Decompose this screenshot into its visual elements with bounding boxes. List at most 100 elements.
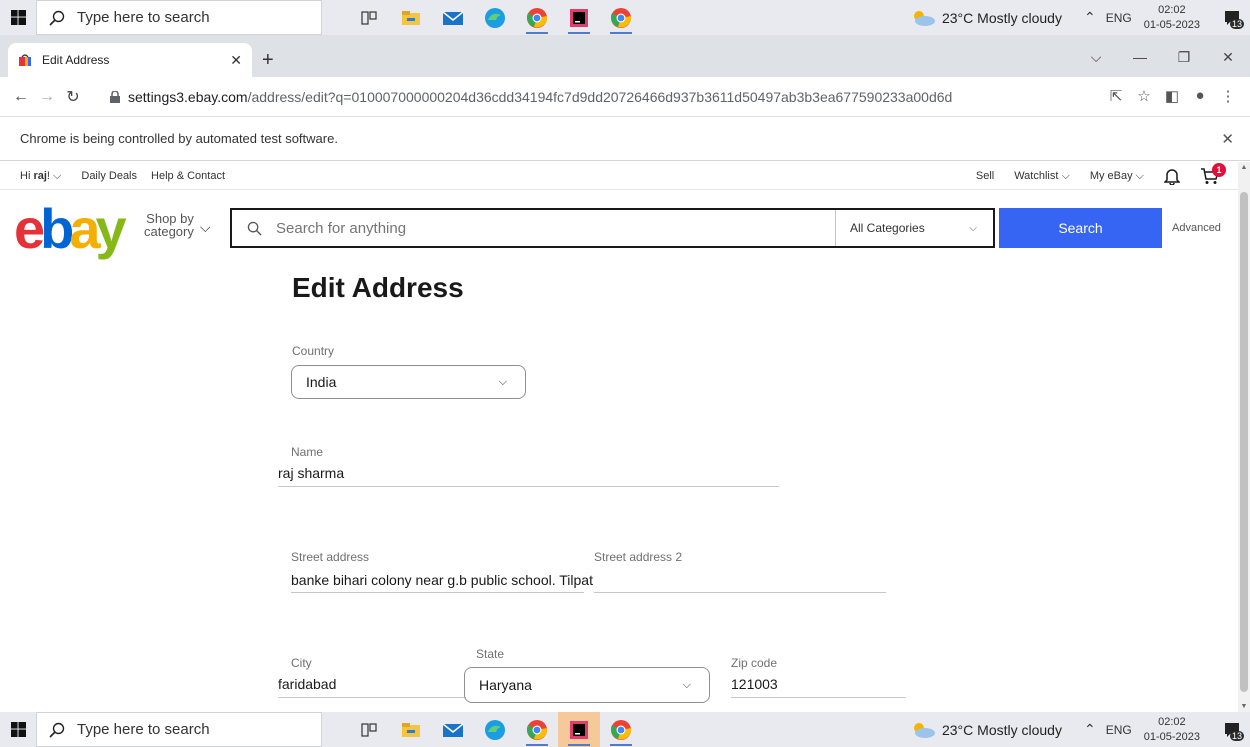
city-field[interactable]: faridabad bbox=[278, 676, 336, 692]
notification-count: 13 bbox=[1229, 19, 1244, 29]
mail-icon[interactable] bbox=[432, 0, 474, 35]
zip-code-underline bbox=[731, 697, 906, 698]
language-indicator[interactable]: ENG bbox=[1106, 723, 1132, 737]
clock-time: 02:02 bbox=[1158, 715, 1186, 728]
page-title: Edit Address bbox=[292, 272, 464, 303]
country-select[interactable]: India ⌵ bbox=[291, 365, 526, 399]
scroll-up-icon[interactable]: ▲ bbox=[1238, 164, 1250, 171]
zip-code-field[interactable]: 121003 bbox=[731, 676, 778, 692]
state-value: Haryana bbox=[479, 677, 532, 693]
url-host: settings3.ebay.com bbox=[128, 89, 248, 105]
url-text: settings3.ebay.com/address/edit?q=010007… bbox=[128, 89, 952, 105]
address-bar[interactable]: settings3.ebay.com/address/edit?q=010007… bbox=[110, 84, 1170, 110]
browser-tabstrip: Edit Address ✕ + ⌵ — ❐ ✕ bbox=[0, 35, 1250, 77]
search-icon bbox=[49, 10, 65, 26]
chevron-down-icon: ⌵ bbox=[682, 678, 691, 691]
tray-chevron-icon[interactable]: ⌃ bbox=[1084, 9, 1096, 26]
street-address-field[interactable]: banke bihari colony near g.b public scho… bbox=[291, 572, 593, 588]
infobar-message: Chrome is being controlled by automated … bbox=[20, 131, 338, 146]
bookmark-star-icon[interactable]: ☆ bbox=[1130, 87, 1158, 105]
name-underline bbox=[278, 486, 779, 487]
taskbar-bottom: Type here to search 23°C Mostly cloudy ⌃… bbox=[0, 712, 1250, 747]
tab-close-icon[interactable]: ✕ bbox=[230, 52, 242, 69]
profile-icon[interactable]: ● bbox=[1186, 87, 1214, 105]
taskbar-search-box[interactable]: Type here to search bbox=[36, 0, 322, 35]
edge-browser-icon[interactable] bbox=[474, 712, 516, 747]
chrome-icon-2[interactable] bbox=[600, 0, 642, 35]
page-viewport: Hi raj! ⌵ Daily Deals Help & Contact Sel… bbox=[0, 162, 1238, 712]
street-address-label: Street address bbox=[291, 550, 370, 564]
state-select[interactable]: Haryana ⌵ bbox=[464, 667, 710, 703]
tray-chevron-icon[interactable]: ⌃ bbox=[1084, 721, 1096, 738]
weather-text: 23°C Mostly cloudy bbox=[941, 9, 1062, 26]
tab-search-icon[interactable]: ⌵ bbox=[1074, 49, 1118, 66]
name-label: Name bbox=[291, 445, 324, 459]
taskbar-search-box[interactable]: Type here to search bbox=[36, 712, 322, 747]
file-explorer-icon[interactable] bbox=[390, 0, 432, 35]
taskbar-top: Type here to search 23°C Mostly cloudy ⌃… bbox=[0, 0, 1250, 35]
task-view-icon[interactable] bbox=[348, 712, 390, 747]
menu-icon[interactable]: ⋮ bbox=[1214, 87, 1242, 105]
weather-widget[interactable]: 23°C Mostly cloudy bbox=[910, 721, 1062, 739]
tab-title: Edit Address bbox=[42, 53, 110, 67]
notification-icon[interactable]: 13 bbox=[1214, 712, 1250, 747]
url-path: /address/edit?q=010007000000204d36cdd341… bbox=[247, 89, 953, 105]
back-icon[interactable]: ← bbox=[8, 88, 34, 106]
taskbar-search-placeholder: Type here to search bbox=[77, 9, 210, 26]
intellij-icon[interactable] bbox=[558, 712, 600, 747]
state-label: State bbox=[476, 647, 505, 661]
edit-address-form: Edit Address Country India ⌵ Name raj sh… bbox=[0, 162, 1238, 712]
name-field[interactable]: raj sharma bbox=[278, 465, 344, 481]
weather-text: 23°C Mostly cloudy bbox=[941, 721, 1062, 738]
mail-icon[interactable] bbox=[432, 712, 474, 747]
tab-edit-address[interactable]: Edit Address ✕ bbox=[8, 43, 252, 77]
share-icon[interactable]: ⇱ bbox=[1102, 87, 1130, 105]
file-explorer-icon[interactable] bbox=[390, 712, 432, 747]
windows-start-icon[interactable] bbox=[0, 0, 36, 35]
weather-widget[interactable]: 23°C Mostly cloudy bbox=[910, 9, 1062, 27]
edge-browser-icon[interactable] bbox=[474, 0, 516, 35]
notification-icon[interactable]: 13 bbox=[1214, 0, 1250, 35]
street-address-2-label: Street address 2 bbox=[594, 550, 683, 564]
city-underline bbox=[278, 697, 466, 698]
close-window-button[interactable]: ✕ bbox=[1206, 49, 1250, 66]
scroll-down-icon[interactable]: ▼ bbox=[1238, 703, 1250, 710]
forward-icon[interactable]: → bbox=[34, 88, 60, 106]
page-scrollbar[interactable]: ▲ ▼ bbox=[1238, 162, 1250, 712]
reload-icon[interactable]: ↻ bbox=[60, 87, 86, 107]
new-tab-button[interactable]: + bbox=[262, 50, 274, 70]
intellij-icon[interactable] bbox=[558, 0, 600, 35]
ebay-favicon-icon bbox=[19, 54, 31, 66]
clock-date: 01-05-2023 bbox=[1143, 730, 1200, 743]
automation-infobar: Chrome is being controlled by automated … bbox=[0, 117, 1250, 161]
chrome-icon-2[interactable] bbox=[600, 712, 642, 747]
chrome-icon[interactable] bbox=[516, 0, 558, 35]
clock[interactable]: 02:02 01-05-2023 bbox=[1144, 715, 1200, 745]
clock[interactable]: 02:02 01-05-2023 bbox=[1144, 3, 1200, 33]
task-view-icon[interactable] bbox=[348, 0, 390, 35]
search-icon bbox=[49, 722, 65, 738]
country-value: India bbox=[306, 374, 337, 390]
infobar-close-icon[interactable]: ✕ bbox=[1221, 130, 1234, 148]
notification-count: 13 bbox=[1229, 731, 1244, 741]
restore-button[interactable]: ❐ bbox=[1162, 49, 1206, 66]
taskbar-search-placeholder: Type here to search bbox=[77, 721, 210, 738]
city-label: City bbox=[291, 656, 312, 670]
chevron-down-icon: ⌵ bbox=[498, 375, 507, 388]
clock-date: 01-05-2023 bbox=[1143, 18, 1200, 31]
cloud-icon bbox=[913, 722, 935, 738]
clock-time: 02:02 bbox=[1158, 3, 1186, 16]
scrollbar-thumb[interactable] bbox=[1240, 192, 1248, 692]
windows-start-icon[interactable] bbox=[0, 712, 36, 747]
country-label: Country bbox=[292, 344, 335, 358]
language-indicator[interactable]: ENG bbox=[1106, 11, 1132, 25]
street-address-underline bbox=[291, 592, 584, 593]
zip-code-label: Zip code bbox=[731, 656, 778, 670]
chrome-icon[interactable] bbox=[516, 712, 558, 747]
street-address-2-underline bbox=[594, 592, 886, 593]
browser-toolbar: ← → ↻ settings3.ebay.com/address/edit?q=… bbox=[0, 77, 1250, 117]
side-panel-icon[interactable]: ◧ bbox=[1158, 87, 1186, 105]
minimize-button[interactable]: — bbox=[1118, 49, 1162, 66]
lock-icon bbox=[110, 91, 120, 103]
cloud-icon bbox=[913, 10, 935, 26]
